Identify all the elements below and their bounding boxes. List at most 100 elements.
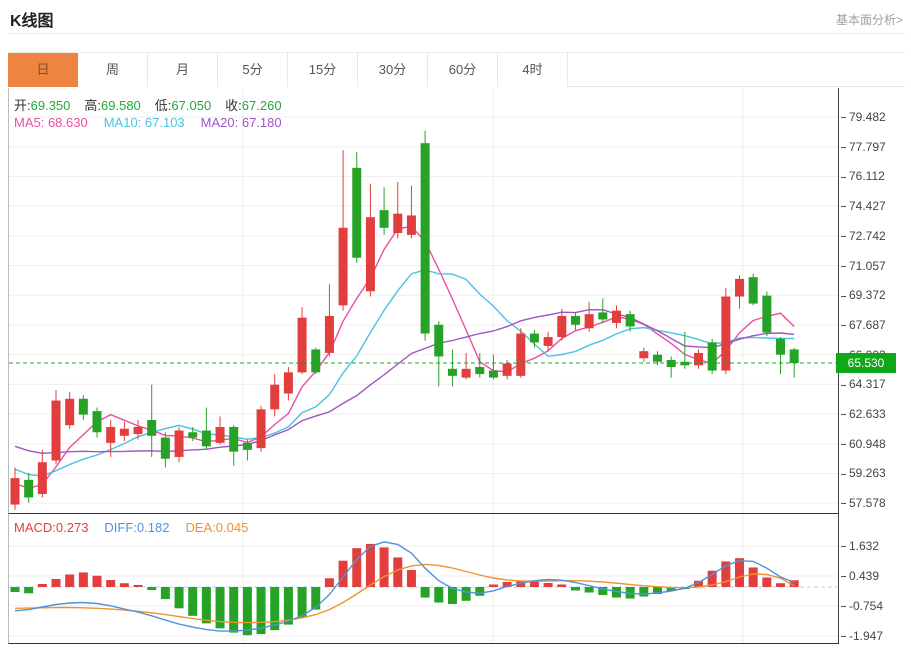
tab-4hour[interactable]: 4时 bbox=[498, 53, 568, 87]
macd-bar bbox=[229, 587, 238, 633]
price-tick-label: 77.797 bbox=[841, 139, 886, 155]
candle-body bbox=[134, 427, 143, 434]
tab-week[interactable]: 周 bbox=[78, 53, 148, 87]
macd-bar bbox=[134, 585, 143, 587]
fundamental-analysis-link[interactable]: 基本面分析> bbox=[836, 11, 903, 28]
tab-5min[interactable]: 5分 bbox=[218, 53, 288, 87]
candle-body bbox=[475, 367, 484, 374]
candle-body bbox=[339, 228, 348, 306]
readout-value: 69.350 bbox=[31, 98, 71, 113]
candle-body bbox=[462, 369, 471, 378]
candle-body bbox=[790, 349, 799, 363]
interval-tab-bar: 日周月5分15分30分60分4时 bbox=[8, 52, 905, 87]
candle-body bbox=[79, 399, 88, 415]
readout-item: DIFF:0.182 bbox=[104, 520, 169, 535]
candle-body bbox=[503, 364, 512, 376]
candle-body bbox=[161, 438, 170, 459]
macd-bar bbox=[24, 587, 33, 593]
macd-tick-label: -0.754 bbox=[841, 598, 883, 614]
candlestick-chart bbox=[9, 88, 839, 513]
candle-body bbox=[667, 360, 676, 367]
ma20-line bbox=[15, 310, 794, 454]
candle-body bbox=[762, 296, 771, 333]
candle-body bbox=[243, 443, 252, 450]
macd-bar bbox=[93, 576, 102, 587]
readout-value: 67.260 bbox=[242, 98, 282, 113]
macd-bar bbox=[311, 587, 320, 610]
tab-30min[interactable]: 30分 bbox=[358, 53, 428, 87]
price-tick-label: 71.057 bbox=[841, 258, 886, 274]
candle-body bbox=[653, 355, 662, 362]
candle-body bbox=[188, 432, 197, 437]
candle-body bbox=[407, 215, 416, 234]
macd-bar bbox=[462, 587, 471, 601]
macd-bar bbox=[175, 587, 184, 608]
macd-tick-label: 0.439 bbox=[841, 568, 879, 584]
candle-body bbox=[147, 420, 156, 436]
tab-60min[interactable]: 60分 bbox=[428, 53, 498, 87]
candle-body bbox=[421, 143, 430, 333]
candle-body bbox=[352, 168, 361, 258]
macd-bar bbox=[243, 587, 252, 635]
candle-body bbox=[448, 369, 457, 376]
tab-day[interactable]: 日 bbox=[8, 53, 78, 87]
price-tick-label: 62.633 bbox=[841, 406, 886, 422]
macd-tick-label: -1.947 bbox=[841, 628, 883, 644]
macd-bar bbox=[106, 580, 115, 587]
macd-bar bbox=[352, 548, 361, 587]
candle-body bbox=[270, 385, 279, 410]
macd-bar bbox=[434, 587, 443, 603]
candle-body bbox=[93, 411, 102, 432]
ohlc-readout: 开:69.350高:69.580低:67.050收:67.260 bbox=[14, 95, 296, 114]
candle-body bbox=[11, 478, 20, 504]
macd-bar bbox=[161, 587, 170, 599]
candle-body bbox=[325, 316, 334, 353]
macd-bar bbox=[147, 587, 156, 590]
candle-body bbox=[639, 351, 648, 358]
readout-value: 67.050 bbox=[171, 98, 211, 113]
candle-body bbox=[216, 427, 225, 443]
tab-month[interactable]: 月 bbox=[148, 53, 218, 87]
candles bbox=[11, 131, 799, 510]
readout-value: 69.580 bbox=[101, 98, 141, 113]
macd-bar bbox=[325, 578, 334, 587]
candle-body bbox=[229, 427, 238, 452]
candlestick-pane[interactable] bbox=[8, 88, 839, 514]
price-tick-label: 79.482 bbox=[841, 109, 886, 125]
candle-body bbox=[626, 314, 635, 326]
ma10-line bbox=[15, 270, 794, 476]
readout-item: 高:69.580 bbox=[84, 98, 154, 113]
candle-body bbox=[735, 279, 744, 297]
kline-page: K线图 基本面分析> 日周月5分15分30分60分4时 79.482 77.797… bbox=[0, 0, 911, 649]
price-tick-label: 72.742 bbox=[841, 228, 886, 244]
readout-item: DEA:0.045 bbox=[185, 520, 248, 535]
readout-item: MA5: 68.630 bbox=[14, 115, 88, 130]
macd-bar bbox=[776, 583, 785, 587]
candle-body bbox=[708, 342, 717, 370]
candle-body bbox=[120, 429, 129, 436]
macd-bar bbox=[544, 583, 553, 587]
header: K线图 基本面分析> bbox=[8, 0, 905, 34]
dea-line bbox=[15, 564, 794, 622]
macd-bar bbox=[407, 570, 416, 587]
macd-bar bbox=[52, 579, 61, 587]
candle-body bbox=[175, 431, 184, 457]
price-tick-label: 64.317 bbox=[841, 376, 886, 392]
page-title: K线图 bbox=[10, 7, 54, 31]
candle-body bbox=[544, 337, 553, 346]
macd-bar bbox=[11, 587, 20, 592]
tab-15min[interactable]: 15分 bbox=[288, 53, 358, 87]
macd-bar bbox=[188, 587, 197, 616]
candle-body bbox=[598, 312, 607, 319]
candle-body bbox=[557, 316, 566, 337]
candle-body bbox=[489, 371, 498, 378]
macd-bar bbox=[366, 544, 375, 587]
last-price-badge: 65.530 bbox=[836, 353, 896, 373]
candle-body bbox=[434, 325, 443, 357]
price-tick-label: 57.578 bbox=[841, 495, 886, 511]
readout-item: MA10: 67.103 bbox=[104, 115, 185, 130]
readout-label: 开: bbox=[14, 98, 31, 113]
candle-body bbox=[393, 214, 402, 233]
candle-body bbox=[530, 334, 539, 343]
readout-item: MA20: 67.180 bbox=[201, 115, 282, 130]
